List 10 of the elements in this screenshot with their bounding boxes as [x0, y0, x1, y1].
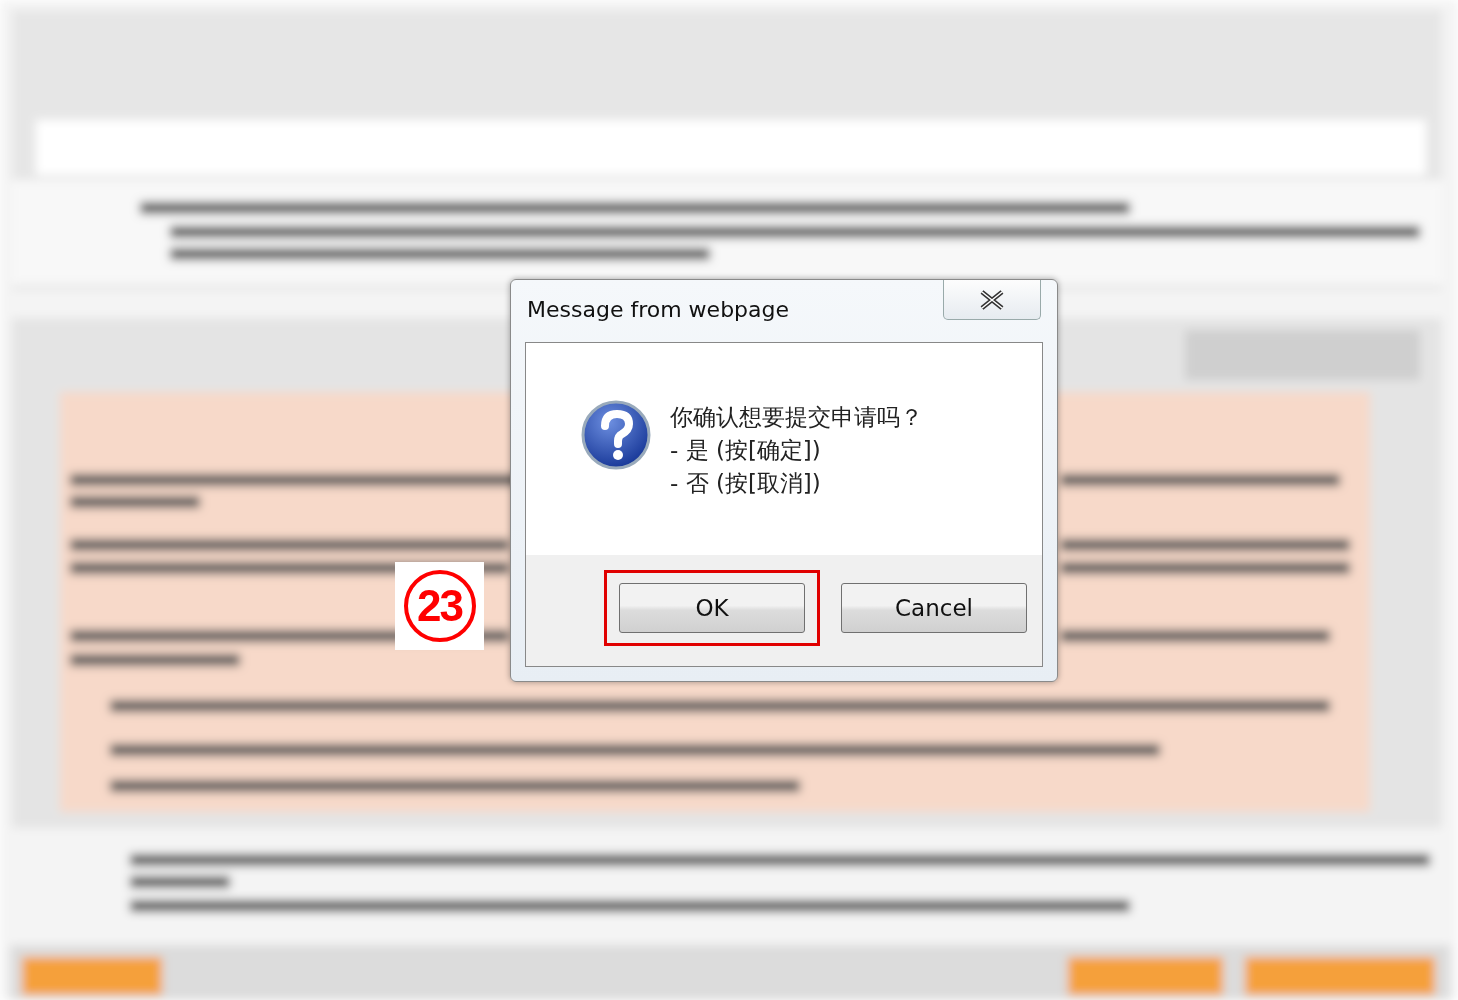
question-icon	[580, 399, 652, 471]
ok-button[interactable]: OK	[619, 583, 805, 633]
dialog-title: Message from webpage	[527, 297, 790, 322]
cancel-button[interactable]: Cancel	[841, 583, 1027, 633]
close-icon	[979, 288, 1005, 311]
message-line: 你确认想要提交申请吗？	[670, 403, 923, 432]
message-line: - 是 (按[确定])	[670, 436, 822, 465]
close-button[interactable]	[943, 280, 1041, 320]
step-number-badge: 23	[403, 570, 476, 642]
message-line: - 否 (按[取消])	[670, 469, 822, 498]
